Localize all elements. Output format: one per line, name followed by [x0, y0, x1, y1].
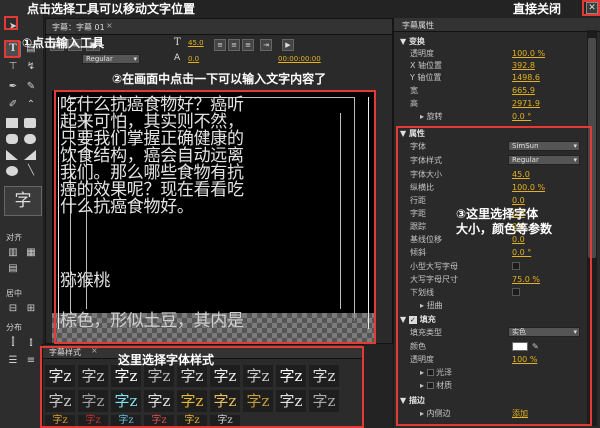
center-label: 居中	[6, 289, 22, 298]
transform-section-title: ▼ 变换	[400, 37, 425, 46]
rotation-value[interactable]: 0.0 °	[512, 111, 531, 122]
rectangle-tool-icon[interactable]	[6, 118, 18, 128]
annotation-choose-style: 这里选择字体样式	[118, 353, 215, 367]
distribute-label: 分布	[6, 323, 22, 332]
opacity-label: 透明度	[410, 49, 434, 58]
annotation-click-text-tool: ①点击输入工具	[22, 36, 105, 50]
delete-anchor-icon[interactable]: ✐	[6, 98, 20, 112]
leading-icon: A	[174, 53, 181, 63]
transform-section[interactable]: ▼ 变换	[398, 36, 586, 47]
distribute-center-icon[interactable]: ⫾	[24, 336, 38, 350]
background-video-icon[interactable]: ▶	[282, 39, 294, 51]
height-row: 高 2971.9	[398, 98, 586, 109]
arc-tool-icon[interactable]	[24, 150, 36, 160]
center-horizontal-icon[interactable]: ⊟	[6, 302, 20, 316]
align-right-icon[interactable]: ▦	[24, 246, 38, 260]
width-label: 宽	[410, 86, 418, 95]
align-left-text-icon[interactable]: ≡	[214, 39, 226, 51]
tab-stops-icon[interactable]: ⇥	[260, 39, 272, 51]
x-position-value[interactable]: 392.8	[512, 60, 535, 71]
title-panel-tab[interactable]: 字幕：字幕 01	[52, 22, 105, 33]
vertical-text-tool-icon[interactable]: ⊤	[6, 60, 20, 74]
timecode-value[interactable]: 00:00:00:00	[278, 55, 321, 63]
annotation-click-canvas: ②在画面中点击一下可以输入文字内容了	[112, 72, 327, 86]
height-value[interactable]: 2971.9	[512, 98, 540, 109]
wedge-tool-icon[interactable]	[6, 150, 18, 160]
properties-tabbar: 字幕属性	[394, 18, 600, 32]
font-style-dropdown[interactable]: Regular	[82, 54, 140, 64]
distribute-middle-icon[interactable]: ≡	[24, 354, 38, 368]
clipped-rectangle-tool-icon[interactable]	[24, 118, 36, 128]
y-position-label: Y 轴位置	[410, 73, 442, 82]
x-position-label: X 轴位置	[410, 61, 443, 70]
distribute-left-icon[interactable]: ⫿	[6, 336, 20, 350]
style-preview-thumbnail: 字	[4, 186, 42, 216]
annotation-select-tool: 点击选择工具可以移动文字位置	[27, 2, 196, 16]
title-panel-tabbar: 字幕：字幕 01 ×	[46, 19, 392, 35]
distribute-top-icon[interactable]: ☰	[6, 354, 20, 368]
width-value[interactable]: 665.9	[512, 85, 535, 96]
convert-anchor-icon[interactable]: ⌃	[24, 98, 38, 112]
annotation-box-canvas	[54, 90, 376, 344]
rounded-corner-tool-icon[interactable]	[24, 134, 36, 144]
align-right-text-icon[interactable]: ≡	[242, 39, 254, 51]
path-text-tool-icon[interactable]: ↯	[24, 60, 38, 74]
annotation-box-close	[582, 0, 600, 16]
font-size-value[interactable]: 45.0	[188, 39, 204, 47]
line-tool-icon[interactable]: ╲	[24, 164, 38, 178]
align-top-icon[interactable]: ▤	[6, 262, 20, 276]
annotation-close-direct: 直接关闭	[513, 2, 562, 16]
annotation-box-select-tool	[4, 16, 18, 30]
add-anchor-icon[interactable]: ✎	[24, 80, 38, 94]
font-size-icon: T	[174, 37, 181, 48]
align-left-icon[interactable]: ▥	[6, 246, 20, 260]
title-tab-close-icon[interactable]: ×	[106, 21, 113, 30]
annotation-choose-font-2: 大小，颜色等参数	[456, 222, 553, 236]
annotation-box-properties	[396, 126, 592, 426]
annotation-choose-font: ③这里选择字体	[456, 207, 539, 221]
align-center-text-icon[interactable]: ≡	[228, 39, 240, 51]
rounded-rectangle-tool-icon[interactable]	[6, 134, 18, 144]
tools-panel: ➤ T ▤ ⊤ ↯ ✒ ✎ ✐ ⌃ ╲ 字 对齐 ▥ ▦ ▤ 居中 ⊟ ⊞ 分布…	[0, 0, 44, 428]
pen-tool-icon[interactable]: ✒	[6, 80, 20, 94]
y-position-row: Y 轴位置 1498.6	[398, 72, 586, 83]
ellipse-tool-icon[interactable]	[6, 166, 18, 176]
center-vertical-icon[interactable]: ⊞	[24, 302, 38, 316]
x-position-row: X 轴位置 392.8	[398, 60, 586, 71]
opacity-value[interactable]: 100.0 %	[512, 48, 545, 59]
properties-tab[interactable]: 字幕属性	[402, 20, 434, 31]
leading-value[interactable]: 0.0	[188, 55, 199, 63]
rotation-row: ▸ 旋转 0.0 °	[398, 111, 586, 122]
width-row: 宽 665.9	[398, 85, 586, 96]
rotation-label: ▸ 旋转	[420, 112, 443, 121]
height-label: 高	[410, 99, 418, 108]
align-label: 对齐	[6, 233, 22, 242]
annotation-box-text-tool	[4, 40, 20, 58]
y-position-value[interactable]: 1498.6	[512, 72, 540, 83]
opacity-row: 透明度 100.0 %	[398, 48, 586, 59]
